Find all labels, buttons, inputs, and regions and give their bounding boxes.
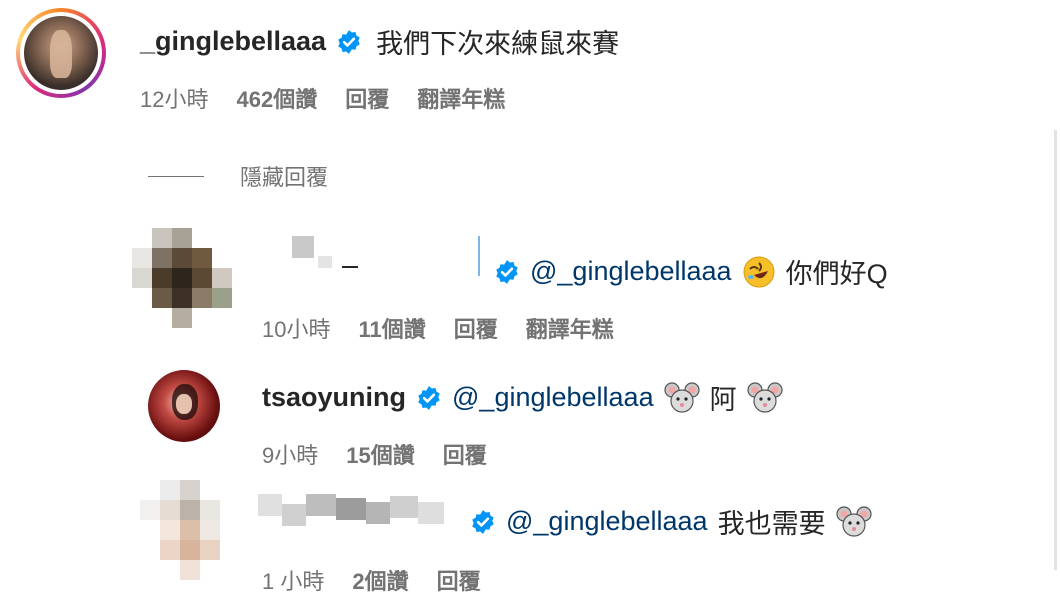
reply-likes[interactable]: 15個讚 [346,438,414,470]
mouse-face-emoji-icon [835,505,872,537]
username-redacted[interactable] [258,494,458,526]
reply-time[interactable]: 1 小時 [262,564,324,596]
reply-button[interactable]: 回覆 [443,438,487,470]
reply-header: @_ginglebellaaa 我也需要 [470,502,872,541]
comment-meta: 12小時 462個讚 回覆 翻譯年糕 [140,82,505,114]
avatar[interactable] [148,370,220,442]
verified-badge-icon [418,385,440,410]
avatar[interactable] [132,228,232,328]
translate-button[interactable]: 翻譯年糕 [417,82,505,114]
hide-replies-toggle[interactable]: 隱藏回覆 [148,160,328,192]
comment-text: 我們下次來練鼠來賽 [376,29,620,59]
verified-badge-icon [472,509,494,534]
mouse-face-emoji-icon [746,381,783,413]
avatar [24,16,98,90]
reply-meta: 1 小時 2個讚 回覆 [262,564,481,596]
reply-button[interactable]: 回覆 [345,82,389,114]
scrollbar[interactable] [1054,130,1057,570]
reply-likes[interactable]: 11個讚 [358,312,425,344]
reply-likes[interactable]: 2個讚 [352,564,408,596]
translate-button[interactable]: 翻譯年糕 [526,312,614,344]
reply-button[interactable]: 回覆 [454,312,498,344]
avatar-ring-gap [20,12,102,94]
reply-time[interactable]: 10小時 [262,312,330,344]
mention-link[interactable]: @_ginglebellaaa [530,256,732,287]
mention-link[interactable]: @_ginglebellaaa [506,506,708,537]
reply-text: 你們好Q [785,259,888,289]
reply-button[interactable]: 回覆 [437,564,481,596]
mouse-face-emoji-icon [663,381,700,413]
comment-header: _ginglebellaaa 我們下次來練鼠來賽 [140,22,619,61]
comment-likes[interactable]: 462個讚 [236,82,317,114]
reply-username[interactable]: tsaoyuning [262,382,406,413]
avatar[interactable] [140,480,240,580]
reply-meta: 9小時 15個讚 回覆 [262,438,487,470]
username-redacted[interactable] [292,236,492,276]
comment-username[interactable]: _ginglebellaaa [140,26,326,57]
divider-line [148,175,204,177]
reply-text: 阿 [709,385,737,415]
reply-meta: 10小時 11個讚 回覆 翻譯年糕 [262,312,614,344]
reply-text: 我也需要 [717,509,826,539]
mention-link[interactable]: @_ginglebellaaa [452,382,654,413]
reply-time[interactable]: 9小時 [262,438,318,470]
rolling-laughing-emoji-icon [743,256,775,287]
avatar-story-ring[interactable] [16,8,106,98]
hide-replies-label: 隱藏回覆 [240,165,329,190]
verified-badge-icon [496,259,518,284]
comment-time[interactable]: 12小時 [140,82,208,114]
reply-header: @_ginglebellaaa 你們好Q [494,252,888,291]
verified-badge-icon [338,29,360,54]
reply-header: tsaoyuning @_ginglebellaaa 阿 [262,378,783,417]
